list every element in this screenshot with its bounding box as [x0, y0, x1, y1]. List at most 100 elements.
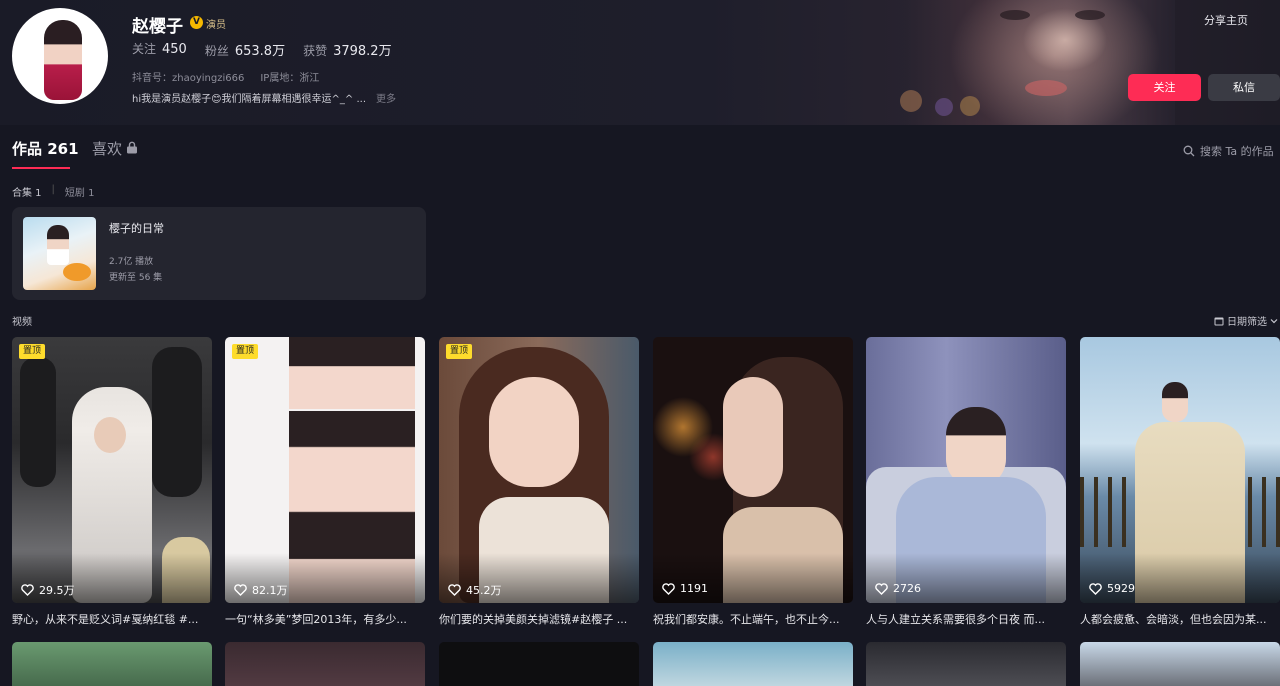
profile-meta: 抖音号：zhaoyingzi666 IP属地：浙江: [132, 69, 319, 84]
thumbnail-figure: [20, 357, 56, 487]
heart-icon: [234, 584, 247, 596]
subtab-divider: |: [51, 184, 55, 195]
video-thumbnail: [1080, 337, 1280, 603]
header-banner-image: [900, 0, 1175, 125]
video-thumbnail: [225, 337, 425, 603]
avatar[interactable]: [12, 8, 108, 104]
video-likes: 29.5万: [21, 582, 75, 598]
video-card[interactable]: 置顶 82.1万 一句“林多美”梦回2013年，有多少...: [225, 337, 425, 632]
videos-section-label: 视频: [12, 317, 32, 328]
video-thumbnail: [653, 337, 853, 603]
profile-bio: hi我是演员赵樱子😊我们隔着屏幕相遇很幸运^_^ ... 更多: [132, 90, 396, 105]
bio-more-link[interactable]: 更多: [376, 94, 396, 105]
pinned-badge: 置顶: [19, 344, 46, 359]
video-card[interactable]: 1191 祝我们都安康。不止端午，也不止今...: [653, 337, 853, 632]
bio-text: hi我是演员赵樱子😊我们隔着屏幕相遇很幸运^_^ ...: [132, 94, 367, 105]
thumbnail-figure: [946, 407, 1006, 487]
video-likes: 2726: [875, 582, 921, 595]
banner-detail: [1075, 10, 1105, 20]
video-likes: 82.1万: [234, 582, 288, 598]
search-works-label: 搜索 Ta 的作品: [1200, 145, 1274, 158]
stat-following[interactable]: 关注 450: [132, 40, 187, 59]
search-works-input[interactable]: 搜索 Ta 的作品: [1183, 143, 1274, 159]
video-caption: 祝我们都安康。不止端午，也不止今...: [653, 613, 840, 626]
follow-button[interactable]: 关注: [1128, 74, 1201, 101]
share-profile-button[interactable]: 分享主页: [1204, 12, 1248, 28]
collection-plays: 2.7亿 播放: [109, 257, 154, 267]
profile-role: 演员: [206, 20, 226, 31]
video-card[interactable]: [12, 642, 212, 686]
banner-detail: [935, 98, 953, 116]
thumbnail-figure: [94, 417, 126, 453]
pinned-badge: 置顶: [232, 344, 259, 359]
thumbnail-figure: [1162, 382, 1188, 422]
video-likes: 45.2万: [448, 582, 502, 598]
heart-icon: [21, 584, 34, 596]
search-icon: [1183, 145, 1195, 157]
profile-header: 赵樱子 V 演员 关注 450 粉丝 653.8万 获赞 3798.2万 抖音号：zh…: [0, 0, 1280, 125]
video-thumbnail: [439, 337, 639, 603]
banner-detail: [900, 90, 922, 112]
collection-update: 更新至 56 集: [109, 273, 163, 283]
thumbnail-shade: [1080, 553, 1280, 603]
video-caption: 野心，从来不是贬义词#戛纳红毯 #...: [12, 613, 199, 626]
video-thumbnail: [866, 337, 1066, 603]
avatar-figure: [44, 20, 82, 100]
video-caption: 人都会疲惫、会暗淡，但也会因为某...: [1080, 613, 1267, 626]
thumbnail-shade: [653, 553, 853, 603]
heart-icon: [662, 582, 675, 595]
profile-stats: 关注 450 粉丝 653.8万 获赞 3798.2万: [132, 40, 392, 59]
video-caption: 你们要的关掉美颜关掉滤镜#赵樱子 ...: [439, 613, 628, 626]
video-card[interactable]: [439, 642, 639, 686]
video-likes: 1191: [662, 582, 708, 595]
video-caption: 人与人建立关系需要很多个日夜 而...: [866, 613, 1045, 626]
video-thumbnail: [12, 337, 212, 603]
tab-works[interactable]: 作品 261: [12, 138, 79, 159]
active-tab-indicator: [12, 167, 70, 169]
video-card[interactable]: [225, 642, 425, 686]
heart-icon: [875, 582, 888, 595]
verified-icon: V: [190, 16, 203, 29]
banner-detail: [1025, 80, 1067, 96]
banner-detail: [960, 96, 980, 116]
video-card[interactable]: 2726 人与人建立关系需要很多个日夜 而...: [866, 337, 1066, 632]
chevron-down-icon: [1270, 318, 1278, 323]
thumbnail-shade: [866, 553, 1066, 603]
video-card[interactable]: [1080, 642, 1280, 686]
video-card[interactable]: 置顶 29.5万 野心，从来不是贬义词#戛纳红毯 #...: [12, 337, 212, 632]
subtabs: 合集 1 | 短剧 1: [12, 184, 94, 199]
video-card[interactable]: 置顶 45.2万 你们要的关掉美颜关掉滤镜#赵樱子 ...: [439, 337, 639, 632]
thumbnail-figure: [152, 347, 202, 497]
subtab-collections[interactable]: 合集 1: [12, 184, 42, 199]
banner-detail: [1000, 10, 1030, 20]
video-card[interactable]: [653, 642, 853, 686]
collection-card[interactable]: 樱子的日常 2.7亿 播放 更新至 56 集: [12, 207, 426, 300]
subtab-dramas[interactable]: 短剧 1: [65, 184, 95, 199]
collection-thumbnail: [23, 217, 96, 290]
lock-icon: [127, 141, 137, 154]
thumbnail-figure: [289, 411, 415, 529]
heart-icon: [1089, 582, 1102, 595]
video-likes: 5929: [1089, 582, 1135, 595]
thumbnail-figure: [723, 377, 783, 497]
date-filter-button[interactable]: 日期筛选: [1214, 313, 1278, 328]
tab-likes[interactable]: 喜欢: [92, 138, 122, 159]
thumbnail-figure: [63, 263, 91, 281]
ip-location: IP属地：浙江: [260, 73, 320, 84]
video-card[interactable]: 5929 人都会疲惫、会暗淡，但也会因为某...: [1080, 337, 1280, 632]
thumbnail-figure: [289, 337, 415, 409]
collection-title: 樱子的日常: [109, 222, 164, 235]
thumbnail-figure: [489, 377, 579, 487]
date-filter-label: 日期筛选: [1227, 317, 1267, 328]
calendar-icon: [1214, 317, 1224, 325]
heart-icon: [448, 584, 461, 596]
video-card[interactable]: [866, 642, 1066, 686]
thumbnail-figure: [47, 225, 69, 265]
message-button[interactable]: 私信: [1208, 74, 1280, 101]
douyin-id: 抖音号：zhaoyingzi666: [132, 73, 245, 84]
pinned-badge: 置顶: [446, 344, 473, 359]
video-caption: 一句“林多美”梦回2013年，有多少...: [225, 613, 407, 626]
profile-name: 赵樱子: [132, 17, 183, 37]
stat-followers[interactable]: 粉丝 653.8万: [205, 40, 285, 59]
stat-likes: 获赞 3798.2万: [303, 44, 392, 59]
